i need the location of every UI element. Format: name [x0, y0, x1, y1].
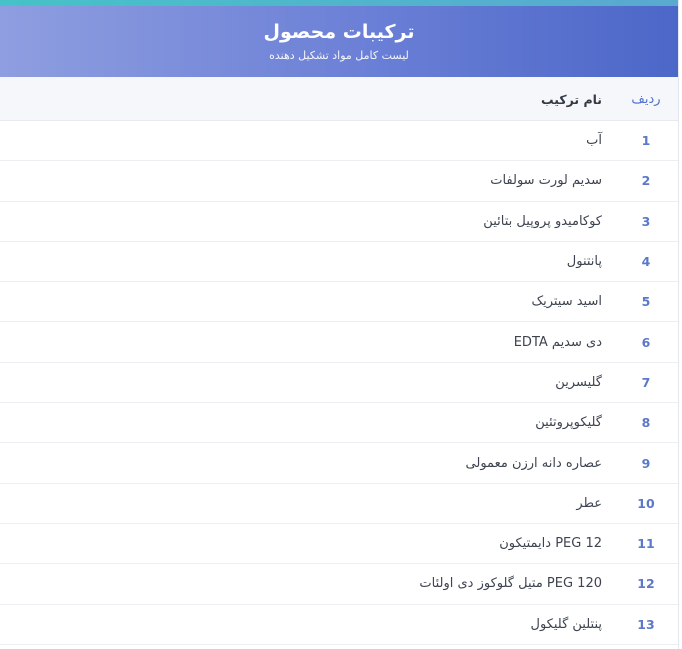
table-row: 4 پانتنول — [0, 242, 678, 283]
row-index: 6 — [641, 334, 651, 350]
row-name: گلیکوپروتئین — [535, 415, 602, 431]
row-name: PEG 120 متیل گلوکوز دی اولئات — [419, 576, 602, 592]
row-index: 8 — [641, 415, 651, 431]
row-name: دی سدیم EDTA — [513, 334, 602, 350]
row-index: 12 — [637, 576, 655, 592]
row-name: سدیم لورت سولفات — [490, 173, 602, 189]
ingredients-card: ترکیبات محصول لیست کامل مواد تشکیل دهنده… — [0, 0, 679, 649]
table-row: 9 عصاره دانه ارزن معمولی — [0, 443, 678, 484]
row-index: 2 — [641, 173, 651, 189]
row-index: 11 — [637, 536, 655, 552]
row-name: PEG 12 دایمتیکون — [499, 536, 602, 552]
table-row: 12 PEG 120 متیل گلوکوز دی اولئات — [0, 564, 678, 605]
row-index: 3 — [641, 213, 651, 229]
row-name: پانتنول — [566, 254, 602, 270]
row-index: 5 — [641, 294, 651, 310]
table-row: 5 اسید سیتریک — [0, 282, 678, 323]
row-index: 9 — [641, 455, 651, 471]
column-header-name: نام ترکیب — [541, 91, 602, 107]
table-body: 1 آب 2 سدیم لورت سولفات 3 کوکامیدو پروپی… — [0, 121, 678, 645]
row-name: عصاره دانه ارزن معمولی — [465, 455, 602, 471]
page-subtitle: لیست کامل مواد تشکیل دهنده — [269, 49, 409, 62]
row-name: کوکامیدو پروپیل بتائین — [483, 213, 602, 229]
table-header: ردیف نام ترکیب — [0, 77, 678, 121]
page-title: ترکیبات محصول — [263, 21, 415, 43]
row-index: 7 — [641, 374, 651, 390]
row-name: اسید سیتریک — [531, 294, 602, 310]
table-row: 10 عطر — [0, 484, 678, 524]
row-index: 10 — [637, 495, 655, 511]
table-row: 6 دی سدیم EDTA — [0, 322, 678, 363]
row-index: 13 — [637, 616, 655, 632]
row-name: گلیسرین — [555, 374, 602, 390]
row-name: آب — [586, 133, 602, 149]
card-header: ترکیبات محصول لیست کامل مواد تشکیل دهنده — [0, 6, 678, 77]
row-index: 4 — [641, 254, 651, 270]
table-row: 11 PEG 12 دایمتیکون — [0, 524, 678, 565]
row-name: پنتلین گلیکول — [530, 616, 602, 632]
table-row: 3 کوکامیدو پروپیل بتائین — [0, 202, 678, 242]
table-row: 2 سدیم لورت سولفات — [0, 161, 678, 202]
row-name: عطر — [576, 495, 602, 511]
table-row: 8 گلیکوپروتئین — [0, 403, 678, 444]
table-row: 7 گلیسرین — [0, 363, 678, 404]
table-row: 13 پنتلین گلیکول — [0, 605, 678, 645]
table-row: 1 آب — [0, 121, 678, 162]
column-header-index: ردیف — [631, 91, 661, 107]
row-index: 1 — [641, 133, 651, 149]
